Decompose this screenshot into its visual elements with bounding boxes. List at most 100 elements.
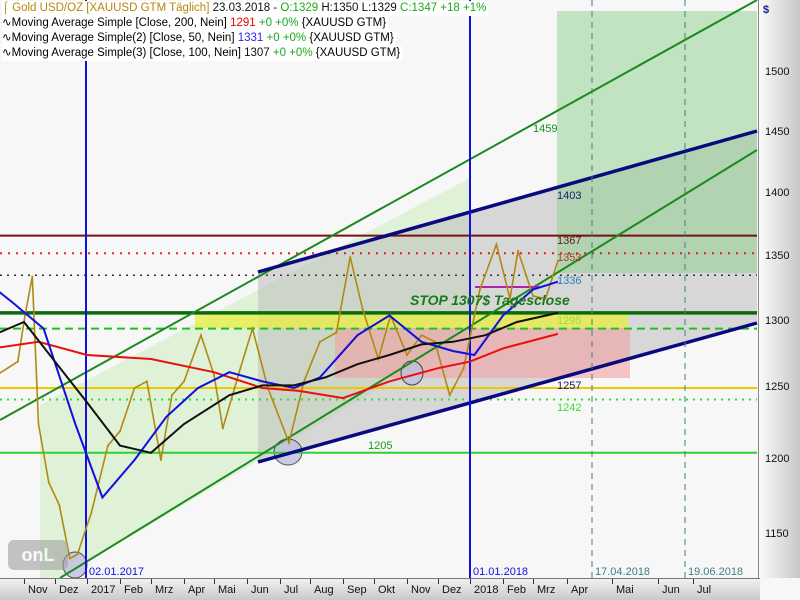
x-tick-label: Aug <box>314 584 334 596</box>
x-tick <box>533 579 534 584</box>
x-tick <box>280 579 281 584</box>
legend-price: ⌠ Gold USD/OZ [XAUUSD GTM Täglich] 23.03… <box>2 1 489 16</box>
x-tick <box>470 579 471 584</box>
price-point <box>420 334 423 337</box>
vline-date-label: 01.01.2018 <box>473 566 529 578</box>
level-label-1336: 1336 <box>557 275 582 287</box>
level-label-1242: 1242 <box>557 402 582 414</box>
target-zone-green <box>557 11 757 273</box>
price-point <box>145 380 148 383</box>
legend-ma50: ∿Moving Average Simple(2) [Close, 50, Ne… <box>2 31 396 46</box>
price-point <box>200 334 202 337</box>
price-point <box>90 511 93 514</box>
x-tick-label: Jun <box>662 584 680 596</box>
x-tick <box>151 579 152 584</box>
price-point <box>288 441 290 444</box>
level-label-1459: 1459 <box>533 123 558 135</box>
x-tick <box>567 579 568 584</box>
price-point <box>448 394 451 397</box>
y-tick-label: 1200 <box>765 453 790 465</box>
x-tick <box>407 579 408 584</box>
ma-icon: ∿ <box>2 17 12 29</box>
level-label-1353: 1353 <box>557 252 582 264</box>
x-tick-label: Dez <box>59 584 79 596</box>
tradesignal-logo: onL <box>8 540 68 570</box>
price-point <box>47 481 50 484</box>
x-tick-label: 2018 <box>474 584 499 596</box>
price-point <box>239 367 242 370</box>
price-chart <box>0 0 758 578</box>
x-tick <box>247 579 248 584</box>
x-tick-label: Jul <box>697 584 712 596</box>
price-point <box>221 427 224 430</box>
price-point <box>16 360 19 363</box>
vline-date-label: 19.06.2018 <box>688 566 744 578</box>
x-tick <box>310 579 311 584</box>
price-point <box>478 288 481 291</box>
y-axis[interactable]: $ 1150 1200 1250 1300 1350 1400 1450 1500 <box>758 0 800 578</box>
price-icon: ⌠ <box>2 2 13 14</box>
x-tick-label: Nov <box>411 584 431 596</box>
x-tick-label: Okt <box>378 584 396 596</box>
y-tick-label: 1150 <box>765 528 789 540</box>
price-point <box>335 331 338 334</box>
x-axis[interactable]: Nov Dez 2017 Feb Mrz Apr Mai Jun Jul Aug Sep Okt Nov… <box>0 578 760 600</box>
ma-icon: ∿ <box>2 32 12 44</box>
price-point <box>251 327 254 330</box>
x-tick <box>693 579 694 584</box>
x-tick <box>658 579 659 584</box>
price-point <box>349 256 352 258</box>
price-point <box>159 459 162 461</box>
level-label-1295: 1295 <box>557 315 582 327</box>
x-tick-label: Apr <box>571 584 589 596</box>
x-tick <box>612 579 613 584</box>
x-tick <box>503 579 504 584</box>
price-point <box>58 504 61 506</box>
x-tick <box>24 579 25 584</box>
vline-date-label: 02.01.2017 <box>89 566 145 578</box>
y-tick-label: 1350 <box>765 250 790 262</box>
price-point <box>31 275 34 278</box>
x-tick <box>214 579 215 584</box>
price-point <box>68 557 71 560</box>
price-point <box>170 394 173 397</box>
price-point <box>37 423 40 425</box>
vline-date-label: 17.04.2018 <box>595 566 651 578</box>
x-tick-label: Nov <box>28 584 48 596</box>
x-tick-label: Apr <box>188 584 206 596</box>
price-point <box>361 308 364 310</box>
x-tick-label: Sep <box>347 584 367 596</box>
x-tick <box>343 579 344 584</box>
y-tick-label: 1500 <box>765 66 790 78</box>
price-point <box>76 553 79 556</box>
x-tick-label: Mrz <box>537 584 556 596</box>
x-tick-label: Feb <box>124 584 143 596</box>
x-tick-label: Jun <box>251 584 269 596</box>
price-point <box>517 249 519 252</box>
price-point <box>495 243 498 246</box>
price-point <box>106 444 109 447</box>
y-axis-unit: $ <box>763 4 770 16</box>
x-tick <box>87 579 88 584</box>
y-tick-label: 1300 <box>765 315 790 327</box>
x-tick-label: Dez <box>442 584 462 596</box>
x-tick-label: Mai <box>616 584 634 596</box>
price-point <box>6 367 9 370</box>
x-tick <box>55 579 56 584</box>
level-label-1403: 1403 <box>557 190 582 202</box>
x-tick <box>438 579 439 584</box>
zones <box>40 11 757 578</box>
price-point <box>183 380 185 383</box>
legend-ma100: ∿Moving Average Simple(3) [Close, 100, N… <box>2 46 403 61</box>
price-point <box>318 340 321 343</box>
legend: ⌠ Gold USD/OZ [XAUUSD GTM Täglich] 23.03… <box>2 1 489 61</box>
y-tick-label: 1250 <box>765 381 790 393</box>
price-point <box>119 430 121 433</box>
level-label-1205: 1205 <box>368 440 393 452</box>
x-tick <box>184 579 185 584</box>
price-point <box>462 367 465 370</box>
price-point <box>406 354 408 356</box>
x-tick-label: Mai <box>218 584 236 596</box>
y-tick-label: 1450 <box>765 126 790 138</box>
x-tick <box>120 579 121 584</box>
